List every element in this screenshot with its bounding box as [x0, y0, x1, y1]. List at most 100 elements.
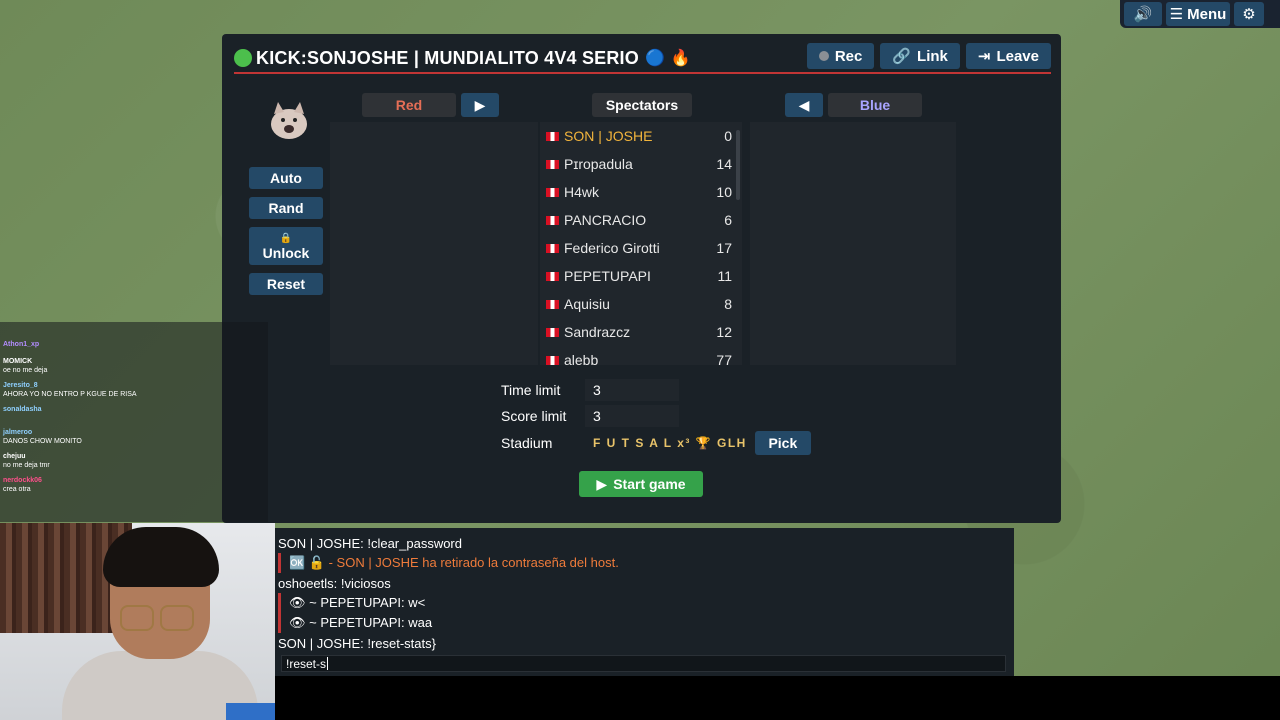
player-value: 12 [716, 324, 732, 340]
flag-icon [546, 187, 559, 197]
auto-button[interactable]: Auto [249, 167, 323, 189]
status-dot-icon [234, 49, 252, 67]
player-value: 0 [724, 128, 732, 144]
chat-username: Jeresito_8 [3, 382, 38, 389]
lock-icon: 🔒 [279, 233, 293, 244]
glasses-left [120, 605, 154, 631]
score-limit-field[interactable]: 3 [585, 405, 679, 427]
chat-message: DANOS CHOW MONITO [3, 438, 82, 445]
time-limit-field[interactable]: 3 [585, 379, 679, 401]
player-name: Sandrazcz [564, 324, 631, 340]
move-to-red-button[interactable]: ▶ [461, 93, 499, 117]
chat-line: 👁 ~ PEPETUPAPI: waa [278, 613, 1014, 633]
chat-input[interactable]: !reset-s [281, 655, 1006, 672]
tab-blue[interactable]: Blue [828, 93, 922, 117]
chat-username: jalmeroo [3, 429, 33, 436]
top-controls: 🔊 ☰ Menu ⚙ [1120, 0, 1280, 28]
stadium-label: Stadium [501, 435, 553, 451]
player-name: Federico Girotti [564, 240, 660, 256]
score-limit-label: Score limit [501, 408, 567, 424]
menu-label: Menu [1187, 5, 1227, 23]
player-name: Aquisiu [564, 296, 610, 312]
blue-team-list[interactable] [750, 122, 956, 365]
volume-button[interactable]: 🔊 [1124, 2, 1162, 26]
text-caret [327, 657, 329, 670]
settings-button[interactable]: ⚙ [1234, 2, 1264, 26]
stream-chat-overlay: Athon1_xp MOMICK oe no me deja Jeresito_… [0, 322, 268, 522]
rec-label: Rec [834, 47, 863, 65]
player-value: 8 [724, 296, 732, 312]
flag-icon [546, 215, 559, 225]
list-item[interactable]: Aquisiu 8 [540, 290, 742, 318]
flag-icon [546, 327, 559, 337]
glasses-right [160, 605, 194, 631]
list-item[interactable]: PANCRACIO 6 [540, 206, 742, 234]
letterbox-strip [275, 676, 1280, 720]
play-icon: ▶ [596, 475, 608, 492]
chat-message: AHORA YO NO ENTRO P KGUE DE RISA [3, 391, 137, 398]
unlock-button[interactable]: 🔒 Unlock [249, 227, 323, 265]
chat-line: SON | JOSHE: !reset-stats} [278, 635, 436, 651]
player-value: 77 [716, 352, 732, 365]
chat-username: MOMICK [3, 358, 33, 365]
stream-chat-line: Athon1_xp [0, 340, 268, 349]
spectators-list[interactable]: SON | JOSHE 0 Pɪropadula 14 H4wk 10 PANC… [540, 122, 742, 365]
chat-line: oshoeetls: !viciosos [278, 575, 391, 591]
flag-icon [546, 131, 559, 141]
hamburger-icon: ☰ [1169, 6, 1184, 23]
list-item[interactable]: SON | JOSHE 0 [540, 122, 742, 150]
link-button[interactable]: 🔗 Link [880, 43, 960, 69]
player-name: PANCRACIO [564, 212, 647, 228]
list-item[interactable]: Federico Girotti 17 [540, 234, 742, 262]
rand-button[interactable]: Rand [249, 197, 323, 219]
tab-spectators[interactable]: Spectators [592, 93, 692, 117]
player-value: 10 [716, 184, 732, 200]
player-name: alebb [564, 352, 599, 365]
stream-chat-line: MOMICK [0, 357, 268, 366]
game-settings: Time limit 3 Score limit 3 Stadium F U T… [501, 377, 821, 457]
list-item[interactable]: Pɪropadula 14 [540, 150, 742, 178]
leave-button[interactable]: ⇥ Leave [965, 43, 1051, 69]
list-item[interactable]: Sandrazcz 12 [540, 318, 742, 346]
menu-button[interactable]: ☰ Menu [1166, 2, 1230, 26]
flag-icon [546, 299, 559, 309]
time-limit-label: Time limit [501, 382, 561, 398]
player-value: 17 [716, 240, 732, 256]
player-name: H4wk [564, 184, 600, 200]
link-icon: 🔗 [892, 48, 912, 65]
pick-stadium-button[interactable]: Pick [754, 431, 811, 455]
leave-label: Leave [996, 47, 1039, 65]
flag-icon [546, 243, 559, 253]
arrow-right-icon: ▶ [474, 96, 486, 113]
record-icon [818, 51, 829, 61]
player-value: 11 [717, 268, 732, 284]
flag-icon [546, 271, 559, 281]
room-title: KICK:SONJOSHE | MUNDIALITO 4V4 SERIO [256, 47, 639, 68]
chat-message: crea otra [3, 486, 31, 493]
scrollbar[interactable] [736, 130, 740, 200]
speaker-icon: 🔊 [1133, 6, 1153, 23]
game-chat: SON | JOSHE: !clear_password 🆗 🔓 - SON |… [275, 528, 1014, 676]
list-item[interactable]: alebb 77 [540, 346, 742, 365]
chat-input-value: !reset-s [286, 656, 327, 671]
list-item[interactable]: PEPETUPAPI 11 [540, 262, 742, 290]
flag-icon [546, 159, 559, 169]
player-name: Pɪropadula [564, 156, 633, 172]
globe-icon: 🔵 [644, 50, 665, 67]
start-game-button[interactable]: ▶ Start game [579, 471, 703, 497]
link-label: Link [917, 47, 948, 65]
chat-username: nerdockk06 [3, 477, 42, 484]
chat-username: sonaldasha [3, 406, 42, 413]
blue-box [226, 703, 275, 720]
red-team-list[interactable] [330, 122, 538, 365]
chat-line: SON | JOSHE: !clear_password [278, 535, 462, 551]
rec-button[interactable]: Rec [806, 43, 875, 69]
start-game-label: Start game [613, 476, 686, 492]
side-buttons: Auto Rand 🔒 Unlock Reset [249, 167, 323, 295]
list-item[interactable]: H4wk 10 [540, 178, 742, 206]
tab-red[interactable]: Red [362, 93, 456, 117]
move-to-blue-button[interactable]: ◀ [785, 93, 823, 117]
flag-icon [546, 355, 559, 365]
reset-button[interactable]: Reset [249, 273, 323, 295]
arrow-left-icon: ◀ [798, 96, 810, 113]
